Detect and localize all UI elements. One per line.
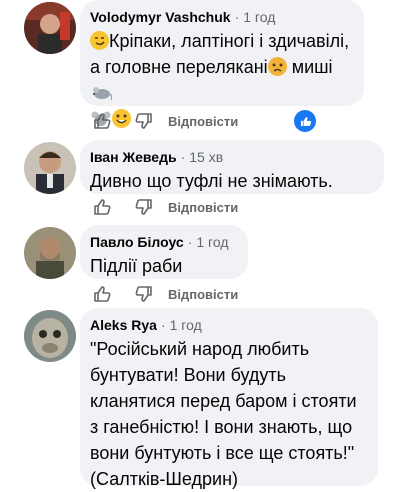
like-reaction-icon[interactable]: [294, 110, 316, 132]
comment-text: Підлії раби: [90, 256, 183, 276]
comment-text: "Російський народ любить бунтувати! Вони…: [90, 336, 366, 492]
comment-line: (Салтків-Шедрин): [90, 469, 238, 489]
reply-link[interactable]: Відповісти: [168, 114, 238, 129]
dislike-icon[interactable]: [134, 197, 154, 217]
comment-actions: Відповісти: [92, 194, 238, 220]
comment-text: Дивно що туфлі не знімають.: [90, 171, 333, 191]
comment-bubble: Павло Білоус · 1 год Підлії раби: [80, 225, 248, 279]
author-name[interactable]: Aleks Rya: [90, 317, 157, 333]
dislike-icon[interactable]: [134, 284, 154, 304]
comment-bubble: Volodymyr Vashchuk · 1 год Кріпаки, лаптін…: [80, 0, 364, 128]
comment-line: кланятися перед баром і стояти: [90, 391, 357, 411]
separator: ·: [187, 234, 193, 250]
avatar[interactable]: [24, 227, 76, 279]
avatar[interactable]: [24, 2, 76, 54]
avatar[interactable]: [24, 142, 76, 194]
timestamp[interactable]: 1 год: [170, 317, 202, 333]
separator: ·: [180, 149, 186, 165]
comment-bubble: Aleks Rya · 1 год "Російський народ любить…: [80, 308, 378, 489]
like-icon[interactable]: [92, 284, 112, 304]
sad-emoji-icon: [267, 57, 287, 76]
smirk-emoji-icon: [90, 31, 109, 50]
dislike-icon[interactable]: [134, 111, 154, 131]
separator: ·: [234, 9, 240, 25]
comment-line: "Російський народ любить: [90, 339, 310, 359]
author-name[interactable]: Павло Білоус: [90, 234, 184, 250]
separator: ·: [160, 317, 166, 333]
reply-link[interactable]: Відповісти: [168, 200, 238, 215]
timestamp[interactable]: 15 хв: [189, 149, 223, 165]
timestamp[interactable]: 1 год: [196, 234, 228, 250]
author-name[interactable]: Volodymyr Vashchuk: [90, 9, 231, 25]
author-name[interactable]: Іван Жеведь: [90, 149, 177, 165]
comment-actions: Відповісти: [92, 281, 238, 307]
comment-line-2a: а головне перелякані: [90, 57, 268, 77]
comment-line: бунтувати! Вони будуть: [90, 365, 287, 385]
comment-actions: Відповісти: [92, 108, 238, 134]
comment-line-1: Кріпаки, лаптіногі і здичавілі,: [109, 31, 350, 51]
comment-line-2b: миші: [286, 57, 333, 77]
mouse-icon: [90, 82, 113, 101]
like-icon[interactable]: [92, 111, 112, 131]
reply-link[interactable]: Відповісти: [168, 287, 238, 302]
like-icon[interactable]: [92, 197, 112, 217]
avatar[interactable]: [24, 310, 76, 362]
comment-line: з ганебністю! І вони знають, що: [90, 417, 353, 437]
comment-line: вони бунтують і все ще стоять!": [90, 443, 355, 463]
comment-bubble: Іван Жеведь · 15 хв Дивно що туфлі не знім…: [80, 140, 384, 194]
timestamp[interactable]: 1 год: [243, 9, 275, 25]
